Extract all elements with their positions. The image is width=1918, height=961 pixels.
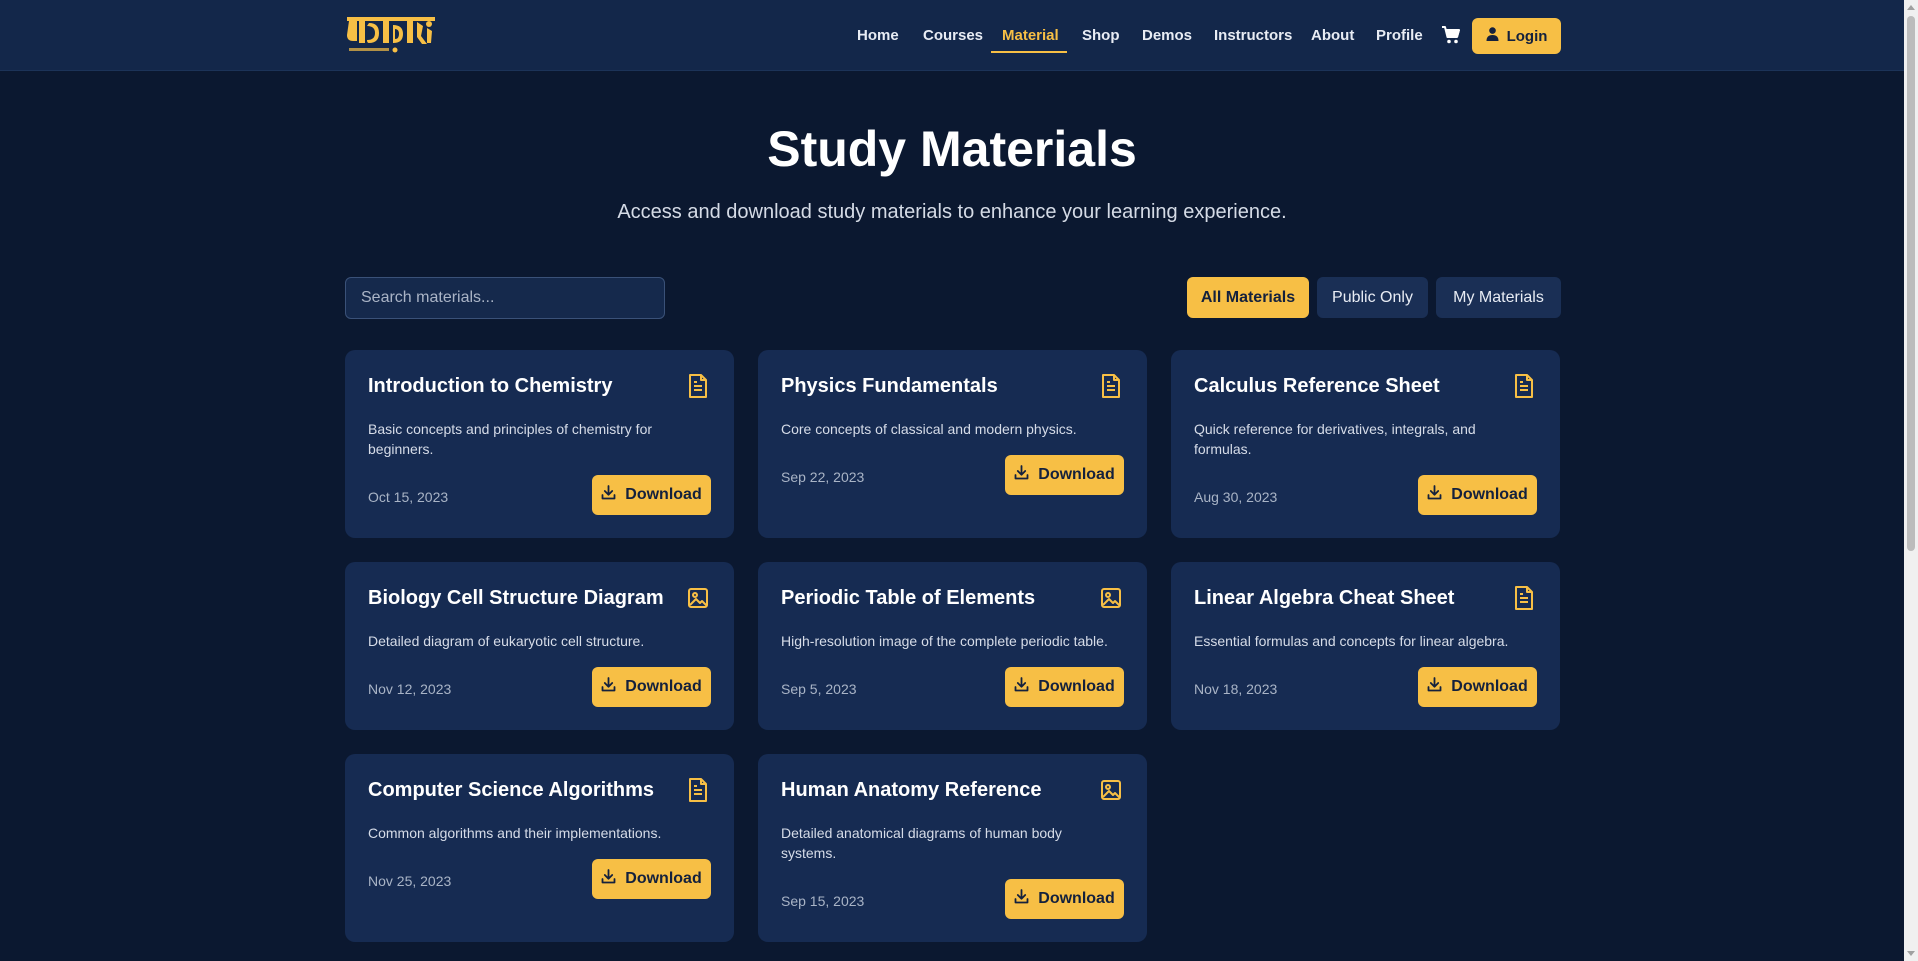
material-title: Introduction to Chemistry	[368, 375, 613, 397]
download-icon	[1427, 677, 1442, 697]
download-label: Download	[1451, 486, 1528, 503]
image-icon	[1101, 586, 1121, 610]
material-date: Nov 12, 2023	[368, 681, 452, 697]
download-label: Download	[1451, 678, 1528, 695]
material-description: Detailed diagram of eukaryotic cell stru…	[368, 633, 645, 649]
filter-all-materials[interactable]: All Materials	[1187, 277, 1309, 318]
download-label: Download	[1038, 678, 1115, 695]
download-icon	[1014, 677, 1029, 697]
download-button[interactable]: Download	[592, 667, 711, 707]
download-icon	[1014, 889, 1029, 909]
nav-link-home[interactable]: Home	[857, 0, 899, 71]
document-icon	[1101, 374, 1121, 398]
material-card-physics-fundamentals: Physics Fundamentals Core concepts of cla…	[758, 350, 1147, 538]
download-button[interactable]: Download	[592, 859, 711, 899]
image-icon	[1101, 778, 1121, 802]
material-card-periodic-table-of-elements: Periodic Table of Elements High-resolutio…	[758, 562, 1147, 730]
material-description: High-resolution image of the complete pe…	[781, 633, 1108, 649]
material-card-calculus-reference-sheet: Calculus Reference Sheet Quick reference …	[1171, 350, 1560, 538]
download-button[interactable]: Download	[1005, 667, 1124, 707]
nav-link-about[interactable]: About	[1311, 0, 1354, 71]
nav-link-shop[interactable]: Shop	[1082, 0, 1120, 71]
material-title: Human Anatomy Reference	[781, 779, 1042, 801]
nav-link-material[interactable]: Material	[1002, 0, 1059, 71]
document-icon	[1514, 586, 1534, 610]
site-logo[interactable]	[345, 14, 437, 56]
material-card-biology-cell-structure-diagram: Biology Cell Structure Diagram Detailed d…	[345, 562, 734, 730]
top-navbar: Home Courses Material Shop Demos Instruc…	[0, 0, 1904, 71]
logo-mark-icon	[347, 17, 435, 53]
download-button[interactable]: Download	[1005, 455, 1124, 495]
download-label: Download	[1038, 890, 1115, 907]
material-card-computer-science-algorithms: Computer Science Algorithms Common algori…	[345, 754, 734, 942]
download-label: Download	[625, 678, 702, 695]
download-label: Download	[1038, 466, 1115, 483]
material-description: Basic concepts and principles of chemist…	[368, 421, 653, 457]
scrollbar-thumb[interactable]	[1907, 16, 1915, 551]
download-icon	[601, 485, 616, 505]
download-button[interactable]: Download	[1005, 879, 1124, 919]
material-date: Nov 18, 2023	[1194, 681, 1278, 697]
download-label: Download	[625, 486, 702, 503]
image-icon	[688, 586, 708, 610]
material-card-introduction-to-chemistry: Introduction to Chemistry Basic concepts …	[345, 350, 734, 538]
nav-link-profile[interactable]: Profile	[1376, 0, 1423, 71]
scroll-down-arrow-icon[interactable]	[1907, 951, 1915, 956]
download-icon	[1014, 465, 1029, 485]
nav-active-indicator	[991, 51, 1067, 53]
document-icon	[1514, 374, 1534, 398]
nav-link-courses[interactable]: Courses	[923, 0, 983, 71]
material-title: Linear Algebra Cheat Sheet	[1194, 587, 1455, 609]
scroll-up-arrow-icon[interactable]	[1907, 5, 1915, 10]
material-title: Computer Science Algorithms	[368, 779, 654, 801]
material-title: Calculus Reference Sheet	[1194, 375, 1440, 397]
material-description: Quick reference for derivatives, integra…	[1194, 421, 1476, 457]
material-title: Periodic Table of Elements	[781, 587, 1036, 609]
document-icon	[688, 778, 708, 802]
material-title: Physics Fundamentals	[781, 375, 998, 397]
download-button[interactable]: Download	[592, 475, 711, 515]
material-description: Common algorithms and their implementati…	[368, 825, 662, 841]
download-icon	[601, 869, 616, 889]
material-date: Nov 25, 2023	[368, 873, 452, 889]
material-date: Aug 30, 2023	[1194, 489, 1278, 505]
material-date: Sep 22, 2023	[781, 469, 865, 485]
download-button[interactable]: Download	[1418, 475, 1537, 515]
material-description: Essential formulas and concepts for line…	[1194, 633, 1509, 649]
nav-link-instructors[interactable]: Instructors	[1214, 0, 1292, 71]
page-scrollbar[interactable]	[1904, 0, 1918, 961]
download-icon	[1427, 485, 1442, 505]
download-label: Download	[625, 870, 702, 887]
search-input[interactable]	[345, 277, 665, 319]
filter-public-only[interactable]: Public Only	[1317, 277, 1428, 318]
page-title: Study Materials	[767, 121, 1137, 177]
document-icon	[688, 374, 708, 398]
material-date: Sep 5, 2023	[781, 681, 857, 697]
material-card-human-anatomy-reference: Human Anatomy Reference Detailed anatomic…	[758, 754, 1147, 942]
page-subtitle: Access and download study materials to e…	[617, 201, 1287, 223]
material-description: Detailed anatomical diagrams of human bo…	[781, 825, 1062, 861]
cart-icon[interactable]	[1441, 25, 1461, 45]
download-button[interactable]: Download	[1418, 667, 1537, 707]
material-title: Biology Cell Structure Diagram	[368, 587, 664, 609]
material-description: Core concepts of classical and modern ph…	[781, 421, 1077, 437]
login-label: Login	[1506, 27, 1548, 45]
material-date: Sep 15, 2023	[781, 893, 865, 909]
download-icon	[601, 677, 616, 697]
login-button[interactable]: Login	[1472, 18, 1561, 54]
filter-my-materials[interactable]: My Materials	[1436, 277, 1561, 318]
nav-link-demos[interactable]: Demos	[1142, 0, 1192, 71]
user-icon	[1486, 27, 1499, 45]
material-date: Oct 15, 2023	[368, 489, 449, 505]
material-card-linear-algebra-cheat-sheet: Linear Algebra Cheat Sheet Essential form…	[1171, 562, 1560, 730]
